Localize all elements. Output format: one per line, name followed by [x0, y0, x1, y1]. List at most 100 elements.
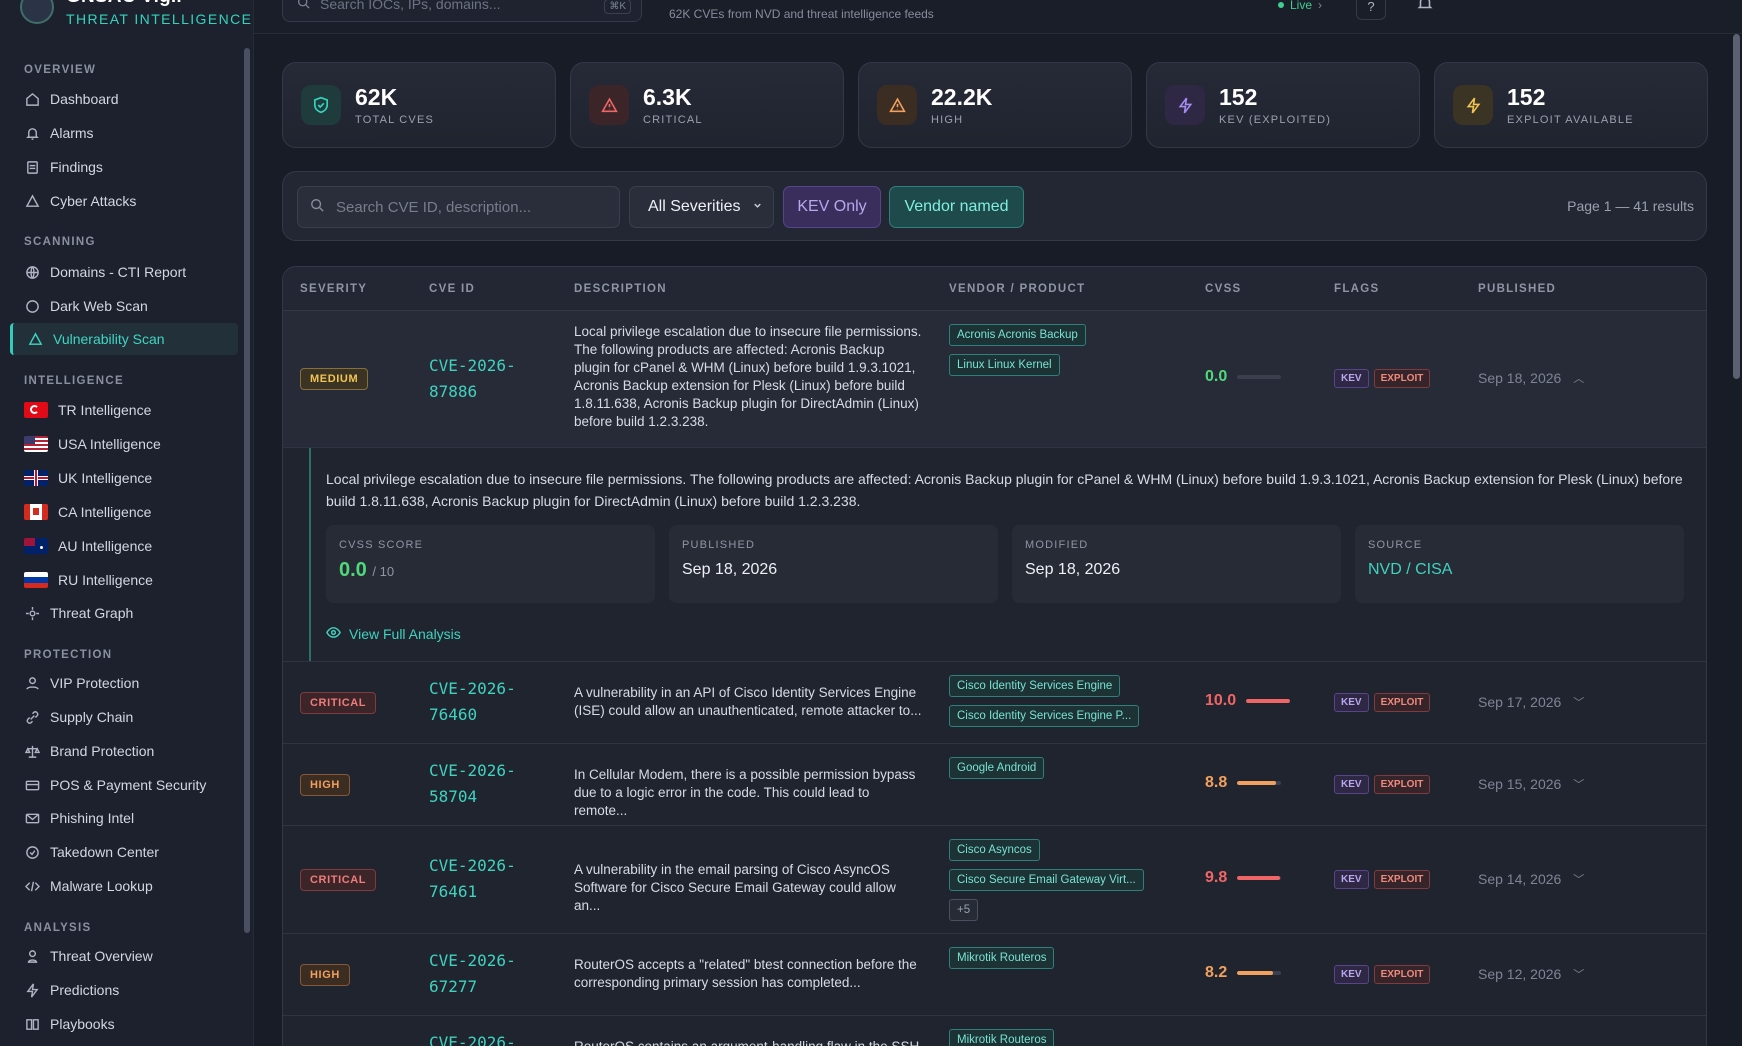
column-header-published[interactable]: PUBLISHED: [1478, 283, 1556, 295]
cve-id-link[interactable]: CVE-2026- 87886: [429, 353, 539, 405]
vendor-tag[interactable]: Cisco Identity Services Engine P...: [949, 705, 1140, 727]
stat-label: TOTAL CVES: [355, 114, 435, 126]
cve-id-prefix: CVE-2026-: [429, 1033, 516, 1046]
cve-id-link[interactable]: CVE-2026- 76461: [429, 853, 539, 905]
brand-logo: [20, 0, 54, 24]
chevron-down-icon[interactable]: ﹀: [1573, 776, 1584, 792]
stat-card-critical[interactable]: 6.3K CRITICAL: [570, 62, 844, 148]
global-search-input[interactable]: Search IOCs, IPs, domains... ⌘K: [282, 0, 642, 22]
table-row[interactable]: MEDIUM CVE-2026- 87886 Local privilege e…: [283, 311, 1706, 448]
flags: KEV EXPLOIT: [1334, 775, 1431, 794]
severity-select[interactable]: All Severities: [629, 186, 774, 228]
cve-search-field[interactable]: [297, 186, 620, 228]
sidebar-item-findings[interactable]: Findings: [10, 151, 238, 183]
cve-description: Local privilege escalation due to insecu…: [574, 324, 922, 429]
sidebar-item-supply-chain[interactable]: Supply Chain: [10, 701, 238, 733]
live-indicator[interactable]: Live ›: [1278, 0, 1322, 12]
table-row[interactable]: HIGH CVE-2026- 67277 RouterOS accepts a …: [283, 934, 1706, 1016]
sidebar-item-vulnerability-scan[interactable]: Vulnerability Scan: [10, 323, 238, 355]
sidebar-item-tr-intelligence[interactable]: TR Intelligence: [10, 394, 238, 426]
cve-id-link[interactable]: CVE-2026- 58704: [429, 758, 539, 810]
stat-card-total-cves[interactable]: 62K TOTAL CVES: [282, 62, 556, 148]
column-header-cvss[interactable]: CVSS: [1205, 283, 1242, 295]
view-full-analysis-link[interactable]: View Full Analysis: [326, 625, 461, 643]
sidebar-item-pos-payment-security[interactable]: POS & Payment Security: [10, 769, 238, 801]
vendor-named-toggle[interactable]: Vendor named: [889, 186, 1024, 228]
vendor-tag[interactable]: Linux Linux Kernel: [949, 354, 1060, 376]
column-header-cve-id[interactable]: CVE ID: [429, 283, 475, 295]
help-button[interactable]: ?: [1356, 0, 1386, 20]
detail-card-value[interactable]: NVD / CISA: [1368, 561, 1671, 579]
sidebar-item-vip-protection[interactable]: VIP Protection: [10, 667, 238, 699]
sidebar-item-takedown-center[interactable]: Takedown Center: [10, 836, 238, 868]
bolt-icon: [1453, 85, 1493, 125]
vendor-tag[interactable]: Mikrotik Routeros: [949, 1029, 1055, 1046]
detail-description: Local privilege escalation due to insecu…: [326, 471, 1683, 509]
chevron-up-icon[interactable]: ︿: [1573, 370, 1584, 386]
sidebar-item-threat-graph[interactable]: Threat Graph: [10, 597, 238, 629]
vendor-tag[interactable]: Cisco Secure Email Gateway Virt...: [949, 869, 1144, 891]
nav-section-protection: PROTECTION: [24, 649, 113, 661]
sidebar-item-ru-intelligence[interactable]: RU Intelligence: [10, 564, 238, 596]
page-scrollbar[interactable]: [1733, 34, 1740, 379]
vendor-tag[interactable]: Cisco Asyncos: [949, 839, 1040, 861]
cve-id-link[interactable]: CVE-2026- 76460: [429, 676, 539, 728]
sidebar-item-uk-intelligence[interactable]: UK Intelligence: [10, 462, 238, 494]
vendor-more-tag[interactable]: +5: [949, 899, 979, 921]
sidebar-item-label: Playbooks: [50, 1016, 115, 1032]
vendor-tag[interactable]: Acronis Acronis Backup: [949, 324, 1086, 346]
sidebar-item-alarms[interactable]: Alarms: [10, 117, 238, 149]
kev-only-toggle[interactable]: KEV Only: [783, 186, 881, 228]
sidebar-item-label: USA Intelligence: [58, 436, 161, 452]
cve-id-prefix: CVE-2026-: [429, 356, 516, 375]
sidebar-item-dashboard[interactable]: Dashboard: [10, 83, 238, 115]
nav-section-scanning: SCANNING: [24, 236, 96, 248]
sidebar-item-playbooks[interactable]: Playbooks: [10, 1008, 238, 1040]
sidebar-item-dark-web-scan[interactable]: Dark Web Scan: [10, 290, 238, 322]
column-header-vendor-product[interactable]: VENDOR / PRODUCT: [949, 283, 1085, 295]
chevron-down-icon[interactable]: ﹀: [1573, 694, 1584, 710]
vendor-tag[interactable]: Google Android: [949, 757, 1045, 779]
column-header-flags[interactable]: FLAGS: [1334, 283, 1379, 295]
table-row[interactable]: CRITICAL CVE-2026- 76460 A vulnerability…: [283, 662, 1706, 744]
cve-id-link[interactable]: CVE-2026-: [429, 1030, 539, 1046]
sidebar-scrollbar[interactable]: [244, 48, 250, 933]
published-value: Sep 15, 2026: [1478, 776, 1562, 792]
sidebar-item-predictions[interactable]: Predictions: [10, 974, 238, 1006]
cve-id-link[interactable]: CVE-2026- 67277: [429, 948, 539, 1000]
sidebar-item-brand-protection[interactable]: Brand Protection: [10, 735, 238, 767]
detail-card-published: PUBLISHED Sep 18, 2026: [669, 525, 998, 603]
column-header-description[interactable]: DESCRIPTION: [574, 283, 667, 295]
sidebar-item-malware-lookup[interactable]: Malware Lookup: [10, 870, 238, 902]
table-row[interactable]: CRITICAL CVE-2026- 76461 A vulnerability…: [283, 826, 1706, 934]
chevron-down-icon[interactable]: ﹀: [1573, 966, 1584, 982]
notification-bell-icon[interactable]: [1416, 0, 1434, 17]
table-row[interactable]: CVE-2026- RouterOS contains an argument-…: [283, 1016, 1706, 1046]
sidebar-item-label: Predictions: [50, 982, 120, 998]
sidebar-item-usa-intelligence[interactable]: USA Intelligence: [10, 428, 238, 460]
sidebar-item-threat-overview[interactable]: Threat Overview: [10, 940, 238, 972]
vendor-tags: Google Android: [949, 757, 1189, 779]
vendor-tag[interactable]: Mikrotik Routeros: [949, 947, 1055, 969]
sidebar-item-ca-intelligence[interactable]: CA Intelligence: [10, 496, 238, 528]
sidebar-item-domains-cti-report[interactable]: Domains - CTI Report: [10, 256, 238, 288]
brand[interactable]: GNSAC Vigil THREAT INTELLIGENCE: [20, 0, 252, 27]
column-header-severity[interactable]: SEVERITY: [300, 283, 367, 295]
vendor-tags: Cisco Asyncos Cisco Secure Email Gateway…: [949, 839, 1189, 921]
sidebar-item-cyber-attacks[interactable]: Cyber Attacks: [10, 185, 238, 217]
cve-search-input[interactable]: [336, 198, 606, 216]
vendor-tag[interactable]: Cisco Identity Services Engine: [949, 675, 1121, 697]
kev-flag: KEV: [1334, 693, 1369, 712]
stat-card-kev-exploited[interactable]: 152 KEV (EXPLOITED): [1146, 62, 1420, 148]
sidebar-item-phishing-intel[interactable]: Phishing Intel: [10, 802, 238, 834]
stat-card-high[interactable]: 22.2K HIGH: [858, 62, 1132, 148]
cve-description: RouterOS contains an argument-handling f…: [574, 1038, 924, 1046]
table-row[interactable]: HIGH CVE-2026- 58704 In Cellular Modem, …: [283, 744, 1706, 826]
cvss-bar: [1246, 699, 1291, 703]
chevron-down-icon[interactable]: ﹀: [1573, 871, 1584, 887]
sidebar-item-au-intelligence[interactable]: AU Intelligence: [10, 530, 238, 562]
stat-card-exploit-available[interactable]: 152 EXPLOIT AVAILABLE: [1434, 62, 1708, 148]
detail-card-cvss-score: CVSS SCORE 0.0 / 10: [326, 525, 655, 603]
detail-card-value: Sep 18, 2026: [682, 561, 778, 578]
sidebar-item-label: Threat Overview: [50, 948, 153, 964]
